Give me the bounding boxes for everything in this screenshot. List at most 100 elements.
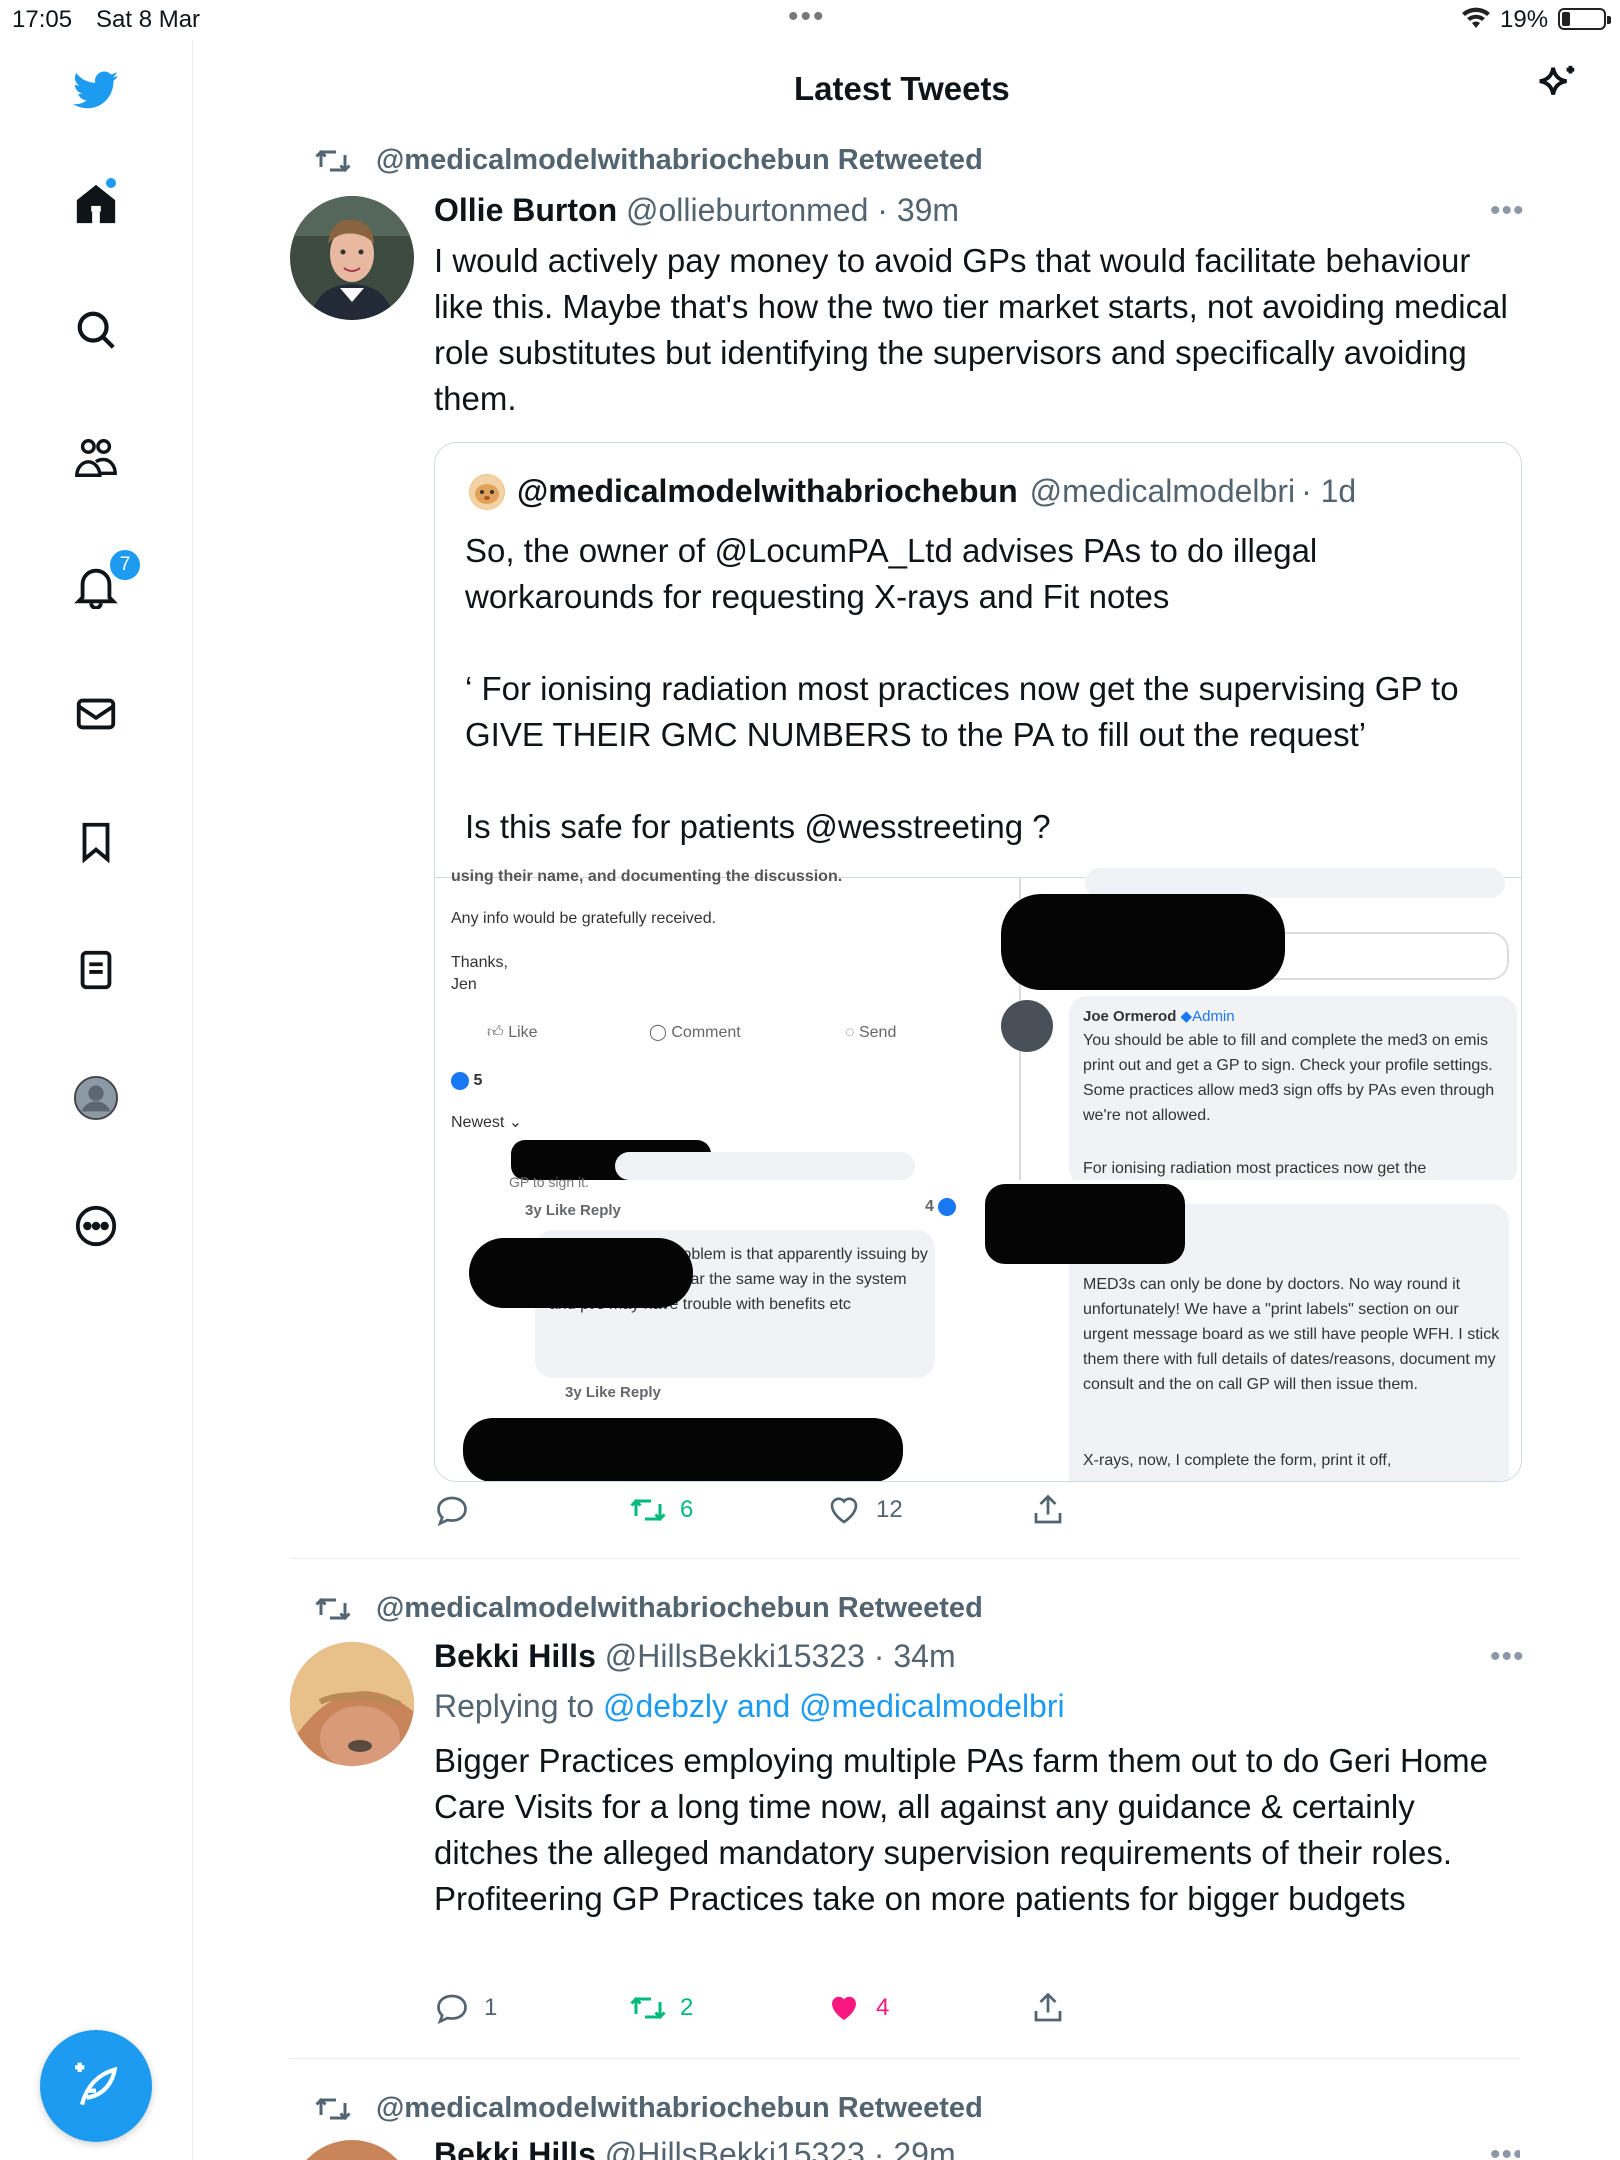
admin-comment-bubble: Joe Ormerod ◆Admin You should be able to… — [1069, 996, 1517, 1186]
retweeted-by-label: @medicalmodelwithabriochebun Retweeted — [376, 144, 983, 176]
tweet-more-icon[interactable]: ••• — [1490, 2138, 1520, 2160]
status-bar: 17:05 Sat 8 Mar ••• 19% — [0, 0, 1620, 40]
media-separator — [435, 1180, 1521, 1186]
reply-button[interactable] — [434, 1492, 484, 1528]
media-comment: ◯ Comment — [649, 1024, 741, 1041]
quoted-time: · 1d — [1301, 473, 1357, 509]
more-options-icon[interactable] — [68, 1198, 124, 1254]
redaction-block — [469, 1238, 693, 1308]
media-send: ◌ Send — [845, 1024, 897, 1041]
tweet-time[interactable]: · 39m — [877, 192, 959, 228]
comment-meta-2: 3y Like Reply — [565, 1384, 661, 1401]
tweet-card[interactable]: @medicalmodelwithabriochebun Retweeted O… — [290, 140, 1524, 1540]
retweet-button[interactable]: 6 — [630, 1492, 693, 1528]
replying-to-prefix: Replying to — [434, 1688, 595, 1724]
media-signoff: Jen — [451, 976, 477, 993]
like-reaction-icon — [938, 1197, 957, 1216]
home-icon[interactable] — [68, 176, 124, 232]
media-like: 👍︎ Like — [487, 1024, 538, 1041]
author-name[interactable]: Bekki Hills — [434, 1638, 596, 1674]
profile-avatar-icon[interactable] — [68, 1070, 124, 1126]
retweet-context: @medicalmodelwithabriochebun Retweeted — [315, 144, 983, 177]
lists-icon[interactable] — [68, 942, 124, 998]
share-button[interactable] — [1030, 1492, 1066, 1528]
replying-to-handles[interactable]: @debzly and @medicalmodelbri — [603, 1688, 1065, 1724]
author-name[interactable]: Ollie Burton — [434, 192, 617, 228]
avatar[interactable] — [290, 196, 414, 320]
messages-mail-icon[interactable] — [68, 686, 124, 742]
redaction-block — [1001, 894, 1285, 990]
retweet-context: @medicalmodelwithabriochebun Retweeted — [315, 2092, 983, 2125]
notifications-bell-icon[interactable]: 7 — [68, 548, 142, 614]
tweet-text: I would actively pay money to avoid GPs … — [434, 242, 1508, 417]
author-handle[interactable]: @ollieburtonmed — [626, 192, 868, 228]
retweet-small-icon — [315, 149, 351, 173]
tweet-time[interactable]: · 34m — [874, 1638, 956, 1674]
bookmarks-icon[interactable] — [68, 814, 124, 870]
ollie-avatar-image — [290, 196, 414, 320]
bun-emoji-icon — [470, 474, 504, 509]
tweet-card[interactable]: @medicalmodelwithabriochebun Retweeted B… — [290, 1588, 1524, 2030]
quoted-tweet[interactable]: @medicalmodelwithabriochebun @medicalmod… — [434, 442, 1522, 1482]
comment-meta: 3y Like Reply — [525, 1202, 621, 1219]
retweet-context: @medicalmodelwithabriochebun Retweeted — [315, 1592, 983, 1625]
tweet-more-icon[interactable]: ••• — [1490, 194, 1525, 228]
redaction-block — [463, 1418, 903, 1481]
status-date: Sat 8 Mar — [96, 6, 201, 33]
author-name[interactable]: Bekki Hills — [434, 2136, 596, 2160]
avatar[interactable] — [290, 2140, 414, 2160]
compose-tweet-button[interactable] — [40, 2030, 152, 2142]
share-button[interactable] — [1030, 1990, 1066, 2026]
tweet-card[interactable]: @medicalmodelwithabriochebun Retweeted B… — [290, 2088, 1520, 2160]
med3-comment-text: MED3s can only be done by doctors. No wa… — [1083, 1276, 1500, 1393]
admin-comment-text: You should be able to fill and complete … — [1083, 1032, 1495, 1124]
retweet-icon — [630, 1498, 666, 1522]
search-icon[interactable] — [68, 302, 124, 358]
quoted-author-name: @medicalmodelwithabriochebun — [517, 473, 1018, 509]
bekki-avatar-image — [290, 1642, 414, 1766]
timeline-sparkle-icon[interactable] — [1534, 62, 1580, 108]
retweet-icon — [630, 1996, 666, 2020]
tweet-more-icon[interactable]: ••• — [1490, 1640, 1525, 1674]
tweet-divider — [290, 1558, 1520, 1559]
messenger-icon: ◌ — [845, 1024, 855, 1041]
notifications-badge: 7 — [108, 548, 142, 582]
quoted-media-image[interactable]: using their name, and documenting the di… — [435, 868, 1521, 1481]
author-handle[interactable]: @HillsBekki15323 — [605, 2136, 865, 2160]
battery-fill — [1562, 12, 1570, 26]
tweet-actions: 6 12 — [434, 1492, 1074, 1532]
reply-button[interactable]: 1 — [434, 1990, 497, 2026]
comment-bubble — [615, 1152, 915, 1180]
media-reactions: 5 — [451, 1068, 482, 1093]
multitasking-dots[interactable]: ••• — [788, 0, 826, 34]
wifi-icon — [1462, 7, 1490, 29]
tweet-divider — [290, 2058, 1520, 2059]
quoted-avatar — [469, 473, 505, 510]
media-info-text: Any info would be gratefully received. — [451, 910, 717, 927]
retweet-button[interactable]: 2 — [630, 1990, 693, 2026]
battery-icon — [1558, 8, 1611, 30]
tweet-author-line: Bekki Hills @HillsBekki15323 · 34m — [434, 1638, 956, 1675]
heart-filled-icon — [832, 1996, 856, 2020]
author-handle[interactable]: @HillsBekki15323 — [605, 1638, 865, 1674]
media-newest: Newest ⌄ — [451, 1114, 523, 1131]
tweet-actions: 1 2 4 — [434, 1990, 1074, 2030]
like-button[interactable]: 12 — [826, 1492, 903, 1528]
media-cut-text-2: GP to sign it. — [509, 1174, 589, 1190]
admin-name: Joe Ormerod ◆Admin — [1083, 1008, 1235, 1025]
like-button[interactable]: 4 — [826, 1990, 889, 2026]
media-cut-text: using their name, and documenting the di… — [451, 868, 843, 885]
battery-percent: 19% — [1500, 6, 1549, 33]
sidebar-nav: 7 — [0, 40, 193, 2160]
compose-feather-icon — [75, 2062, 118, 2106]
retweeted-by-label: @medicalmodelwithabriochebun Retweeted — [376, 1592, 983, 1624]
avatar[interactable] — [290, 1642, 414, 1766]
twitter-logo-icon[interactable] — [68, 62, 124, 118]
status-time: 17:05 — [12, 6, 73, 33]
tweet-time[interactable]: · 29m — [874, 2136, 956, 2160]
share-icon — [1034, 1494, 1062, 1524]
like-count: 4 — [876, 1994, 890, 2021]
quoted-author-line: @medicalmodelwithabriochebun @medicalmod… — [469, 473, 1356, 510]
communities-icon[interactable] — [68, 430, 124, 486]
quoted-author-handle: @medicalmodelbri — [1029, 473, 1296, 509]
